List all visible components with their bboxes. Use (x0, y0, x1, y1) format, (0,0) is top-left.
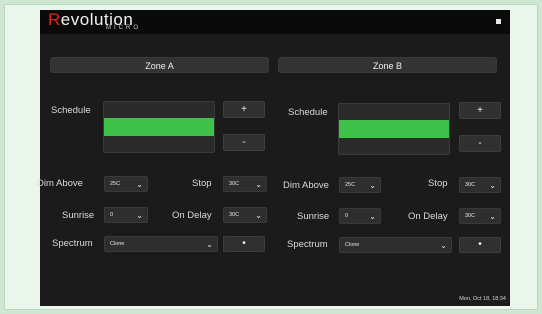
zone-b-on-delay-select[interactable]: 30C ⌄ (459, 208, 501, 224)
zone-b-minus-button[interactable]: - (459, 135, 501, 152)
chevron-down-icon: ⌄ (440, 241, 447, 250)
zone-b-spectrum-button[interactable]: • (459, 237, 501, 253)
zone-b-spectrum-value: Clone (345, 242, 360, 248)
zone-a-on-delay-select[interactable]: 30C ⌄ (223, 207, 267, 223)
zone-a-on-delay-value: 30C (229, 212, 240, 218)
menu-icon[interactable] (496, 19, 501, 24)
zone-a-dim-above-value: 25C (110, 181, 121, 187)
zone-a-header[interactable]: Zone A (50, 57, 269, 73)
zone-a-dim-above-select[interactable]: 25C ⌄ (104, 176, 148, 192)
controller-screen: Revolution MICRO Zone A Schedule + - Dim… (37, 10, 510, 306)
zone-a-sunrise-select[interactable]: 0 ⌄ (104, 207, 148, 223)
zone-a-sunrise-label: Sunrise (62, 210, 95, 221)
zone-a-plus-button[interactable]: + (223, 101, 265, 118)
zone-b-sunrise-select[interactable]: 0 ⌄ (339, 208, 381, 224)
logo: Revolution MICRO (48, 11, 168, 33)
zone-a-schedule-box[interactable] (103, 101, 215, 153)
logo-first-letter: R (48, 10, 61, 29)
chevron-down-icon: ⌄ (255, 180, 262, 189)
zone-b-on-delay-label: On Delay (408, 211, 448, 222)
zone-b-dim-above-label: Dim Above (283, 180, 329, 191)
zone-b-stop-select[interactable]: 30C ⌄ (459, 177, 501, 193)
zone-a-spectrum-select[interactable]: Clone ⌄ (104, 236, 218, 252)
zone-a-schedule-bar[interactable] (104, 118, 214, 136)
zone-a-schedule-label: Schedule (51, 105, 91, 116)
zone-a-sunrise-value: 0 (110, 212, 114, 218)
zone-a-dim-above-label: Dim Above (37, 178, 83, 189)
zone-b-dim-above-select[interactable]: 25C ⌄ (339, 177, 381, 193)
zone-b-sunrise-label: Sunrise (297, 211, 330, 222)
chevron-down-icon: ⌄ (255, 211, 262, 220)
zone-a-spectrum-label: Spectrum (52, 238, 93, 249)
zone-b-dim-above-value: 25C (345, 182, 356, 188)
logo-subtitle: MICRO (106, 25, 141, 31)
chevron-down-icon: ⌄ (489, 212, 496, 221)
zone-b-schedule-box[interactable] (338, 103, 450, 155)
chevron-down-icon: ⌄ (369, 212, 376, 221)
chevron-down-icon: ⌄ (206, 240, 213, 249)
zone-b-sunrise-value: 0 (345, 213, 349, 219)
top-bar: Revolution MICRO (40, 10, 510, 34)
zone-b-spectrum-label: Spectrum (287, 239, 328, 250)
zone-b-plus-button[interactable]: + (459, 102, 501, 119)
zone-a-spectrum-value: Clone (110, 241, 125, 247)
chevron-down-icon: ⌄ (369, 181, 376, 190)
zone-a-on-delay-label: On Delay (172, 210, 212, 221)
zone-b-on-delay-value: 30C (465, 213, 476, 219)
chevron-down-icon: ⌄ (489, 181, 496, 190)
zone-b-header[interactable]: Zone B (278, 57, 497, 73)
status-datetime: Mon, Oct 18, 18:34 (459, 296, 506, 302)
zone-a-stop-value: 30C (229, 181, 240, 187)
zone-a-spectrum-button[interactable]: • (223, 236, 265, 252)
chevron-down-icon: ⌄ (136, 211, 143, 220)
zone-b-stop-label: Stop (428, 178, 448, 189)
zone-b-schedule-bar[interactable] (339, 120, 449, 138)
zone-b-schedule-label: Schedule (288, 107, 328, 118)
zone-b-stop-value: 30C (465, 182, 476, 188)
zone-a-minus-button[interactable]: - (223, 134, 265, 151)
zone-a-stop-label: Stop (192, 178, 212, 189)
chevron-down-icon: ⌄ (136, 180, 143, 189)
zone-b-spectrum-select[interactable]: Clone ⌄ (339, 237, 452, 253)
zone-a-stop-select[interactable]: 30C ⌄ (223, 176, 267, 192)
